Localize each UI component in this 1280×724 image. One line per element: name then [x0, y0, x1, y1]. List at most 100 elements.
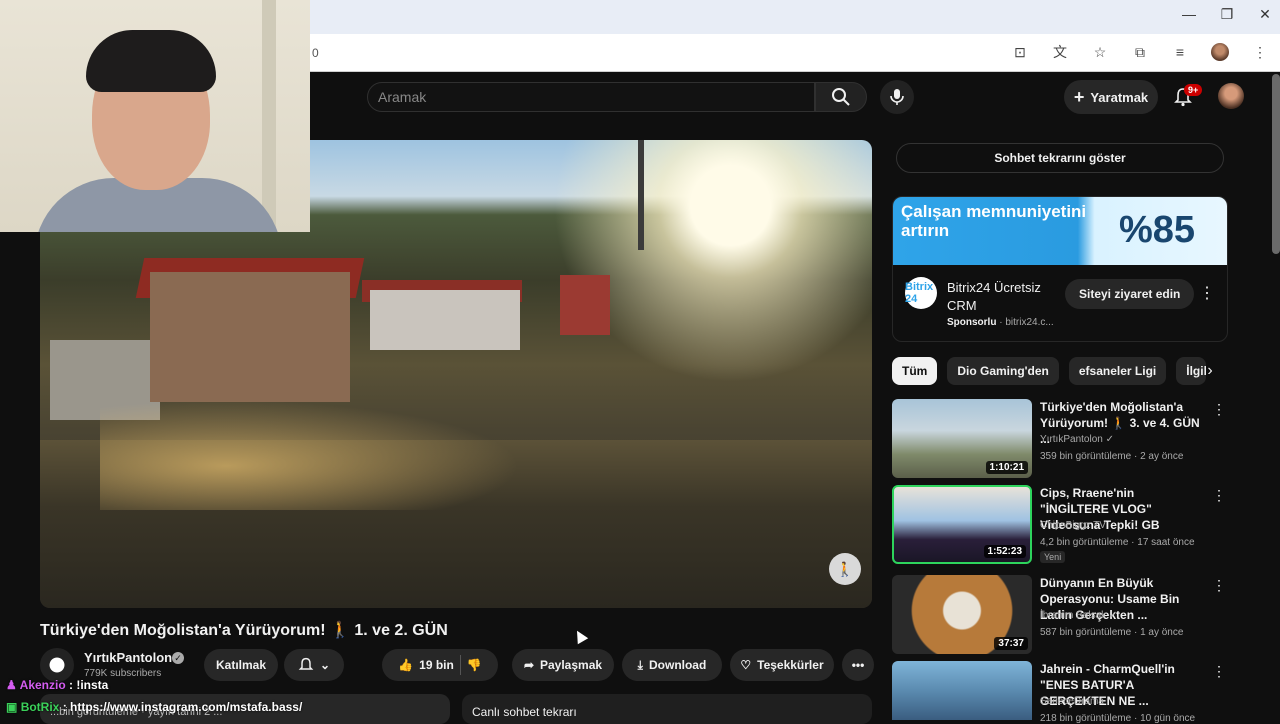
stream-chat-message: ▣ BotRix : https://www.instagram.com/mst… [6, 700, 302, 714]
translate-icon[interactable]: 文 [1050, 42, 1070, 62]
recommendation-item[interactable]: 1:10:21 Türkiye'den Moğolistan'a Yürüyor… [892, 399, 1232, 479]
recommendation-meta: 587 bin görüntüleme · 1 ay önce [1040, 627, 1184, 638]
stream-chat-message: ♟ Akenzio : !insta [6, 678, 108, 692]
channel-name[interactable]: YırtıkPantolon [84, 650, 172, 665]
show-chat-replay-button[interactable]: Sohbet tekrarını göster [896, 143, 1224, 173]
thumbs-down-icon[interactable]: 👎 [467, 658, 482, 672]
recommendation-channel[interactable]: YırtıkPantolon ✓ [1040, 434, 1114, 445]
ad-logo: Bitrix 24 [905, 277, 937, 309]
chip-all[interactable]: Tüm [892, 357, 938, 385]
more-vertical-icon[interactable]: ⋮ [1212, 577, 1226, 594]
more-actions-button[interactable]: ••• [842, 649, 874, 681]
profile-avatar[interactable] [1210, 42, 1230, 62]
chat-badge-icon: ▣ [6, 700, 18, 714]
recommendation-channel[interactable]: SadeceDrama [1040, 696, 1104, 707]
chip-dio-gaming[interactable]: Dio Gaming'den [947, 357, 1059, 385]
chevron-right-icon[interactable]: › [1198, 358, 1222, 384]
webcam-background [262, 0, 276, 232]
notification-badge: 9+ [1184, 84, 1203, 96]
ad-banner[interactable]: Çalışan memnuniyetini artırın %85 [893, 197, 1227, 265]
install-app-icon[interactable]: ⊡ [1010, 42, 1030, 62]
video-duration: 1:52:23 [983, 545, 1026, 558]
bookmark-star-icon[interactable]: ☆ [1090, 42, 1110, 62]
channel-avatar[interactable] [40, 648, 74, 682]
more-vertical-icon[interactable]: ⋮ [1212, 487, 1226, 504]
video-thumbnail[interactable]: 1:10:21 [892, 399, 1032, 478]
account-avatar[interactable] [1218, 83, 1244, 109]
search-input[interactable]: Aramak [367, 82, 815, 112]
webcam-person-hair [86, 30, 216, 92]
join-button[interactable]: Katılmak [204, 649, 278, 681]
ad-banner-text: Çalışan memnuniyetini artırın [901, 202, 1087, 240]
recommendation-meta: 4,2 bin görüntüleme · 17 saat önce [1040, 537, 1195, 548]
channel-watermark-icon[interactable]: 🚶 [829, 553, 861, 585]
video-frame-house [370, 290, 520, 350]
url-text[interactable]: 0 [312, 46, 319, 60]
verified-check-icon: ✓ [172, 652, 184, 664]
sponsored-ad-card[interactable]: Çalışan memnuniyetini artırın %85 Bitrix… [892, 196, 1228, 342]
minimize-icon[interactable]: — [1180, 6, 1198, 23]
video-thumbnail[interactable]: 1:52:23 [892, 485, 1032, 564]
video-thumbnail[interactable] [892, 661, 1032, 720]
video-frame-house [150, 272, 350, 402]
recommendation-meta: 218 bin görüntüleme · 10 gün önce [1040, 713, 1196, 724]
extensions-icon[interactable]: ⧉ [1130, 42, 1150, 62]
video-title: Türkiye'den Moğolistan'a Yürüyorum! 🚶 1.… [40, 622, 448, 639]
bell-icon [298, 657, 314, 670]
video-duration: 37:37 [994, 637, 1028, 650]
plus-icon: + [1073, 86, 1085, 107]
like-count[interactable]: 19 bin [419, 658, 454, 672]
ad-domain: · bitrix24.c... [996, 317, 1054, 328]
chevron-down-icon: ⌄ [319, 658, 331, 672]
voice-search-button[interactable] [880, 80, 914, 114]
thanks-button[interactable]: ♡ Teşekkürler [730, 649, 834, 681]
recommendation-channel[interactable]: İbrahim Balsak ✓ [1040, 610, 1117, 621]
recommendation-item[interactable]: Jahrein - CharmQuell'in "ENES BATUR'A GE… [892, 661, 1232, 724]
chat-message: : https://www.instagram.com/mstafa.bass/ [62, 700, 303, 714]
more-vertical-icon[interactable]: ⋮ [1212, 401, 1226, 418]
thanks-label: Teşekkürler [757, 658, 824, 672]
browser-toolbar-icons: ⊡ 文 ☆ ⧉ ≡ ⋮ [1010, 42, 1270, 62]
restore-icon[interactable]: ❐ [1218, 6, 1236, 23]
microphone-icon [890, 89, 904, 105]
more-horizontal-icon: ••• [851, 658, 865, 672]
filter-chips: Tüm Dio Gaming'den efsaneler Ligi İlgili [892, 357, 1207, 385]
video-frame-house [560, 275, 610, 335]
page-scrollbar[interactable] [1272, 74, 1280, 254]
recommendation-item[interactable]: 37:37 Dünyanın En Büyük Operasyonu: Usam… [892, 575, 1232, 655]
search-button[interactable] [815, 82, 867, 112]
chat-badge-icon: ♟ [6, 678, 17, 692]
media-controls-icon[interactable]: ≡ [1170, 42, 1190, 62]
download-button[interactable]: ⤓ Download [622, 649, 722, 681]
video-frame-pole [638, 140, 644, 250]
share-button[interactable]: ➦ Paylaşmak [512, 649, 614, 681]
create-label: Yaratmak [1090, 89, 1149, 105]
video-duration: 1:10:21 [985, 461, 1028, 474]
download-label: Download [648, 658, 707, 672]
recommendation-meta: 359 bin görüntüleme · 2 ay önce [1040, 451, 1184, 462]
chat-username: BotRix [20, 700, 60, 714]
more-vertical-icon[interactable]: ⋮ [1212, 663, 1226, 680]
thumbs-up-icon[interactable]: 👍 [398, 658, 413, 672]
new-badge: Yeni [1040, 551, 1066, 563]
mouse-cursor [571, 627, 589, 645]
create-button[interactable]: + Yaratmak [1064, 80, 1158, 114]
live-chat-replay-label: Canlı sohbet tekrarı [472, 705, 577, 719]
video-thumbnail[interactable]: 37:37 [892, 575, 1032, 654]
visit-site-button[interactable]: Siteyi ziyaret edin [1065, 279, 1195, 309]
ad-title[interactable]: Bitrix24 Ücretsiz CRM [947, 279, 1067, 315]
chat-username: Akenzio [19, 678, 66, 692]
more-vertical-icon[interactable]: ⋮ [1199, 283, 1215, 303]
recommendation-channel[interactable]: ChipsBiggz TV [1040, 520, 1106, 531]
share-label: Paylaşmak [540, 658, 603, 672]
heart-dollar-icon: ♡ [740, 658, 752, 672]
search-icon [832, 88, 850, 106]
chip-league-of-legends[interactable]: efsaneler Ligi [1068, 357, 1167, 385]
webcam-overlay [0, 0, 310, 232]
recommendation-item[interactable]: 1:52:23 Cips, Rraene'nin "İNGİLTERE VLOG… [892, 485, 1232, 565]
close-icon[interactable]: ✕ [1256, 6, 1274, 23]
ad-sponsor-line: Sponsorlu · bitrix24.c... [947, 317, 1054, 328]
chat-message: : !insta [69, 678, 109, 692]
browser-menu-icon[interactable]: ⋮ [1250, 42, 1270, 62]
subscription-bell-button[interactable]: ⌄ [284, 649, 344, 681]
